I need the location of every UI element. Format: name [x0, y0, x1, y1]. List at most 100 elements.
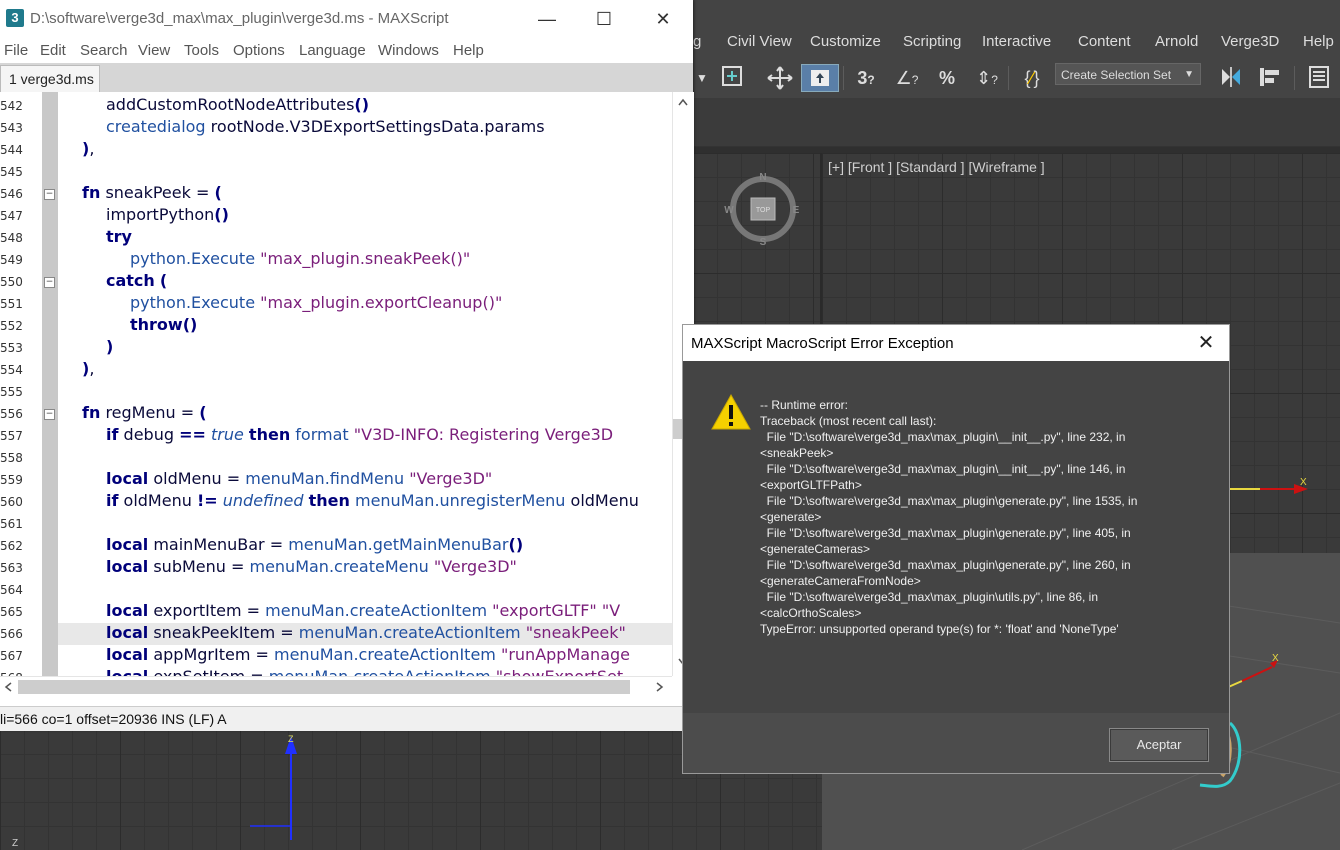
accept-button[interactable]: Aceptar [1109, 728, 1209, 762]
menu-edit[interactable]: Edit [40, 42, 66, 59]
dialog-title-bar[interactable]: MAXScript MacroScript Error Exception ✕ [683, 325, 1229, 361]
code-line[interactable]: createdialog rootNode.V3DExportSettingsD… [106, 116, 545, 138]
viewcube-compass-icon[interactable]: TOP N S W E [723, 169, 803, 249]
maxscript-editor-window: 3 D:\software\verge3d_max\max_plugin\ver… [0, 0, 694, 731]
max-menu-item-graph[interactable]: g [693, 33, 701, 50]
code-line[interactable]: python.Execute "max_plugin.sneakPeek()" [130, 248, 470, 270]
layer-explorer-icon[interactable] [1302, 64, 1336, 92]
fold-margin [42, 92, 58, 676]
line-number: 564 [0, 583, 23, 597]
code-line[interactable]: try [106, 226, 132, 248]
code-line[interactable]: local appMgrItem = menuMan.createActionI… [106, 644, 630, 666]
code-line[interactable]: local sneakPeekItem = menuMan.createActi… [106, 622, 626, 644]
error-message: -- Runtime error: Traceback (most recent… [760, 397, 1220, 637]
menu-view[interactable]: View [138, 42, 170, 59]
scroll-left-icon[interactable] [4, 682, 12, 692]
svg-text:W: W [724, 205, 734, 216]
svg-text:X: X [1272, 653, 1279, 664]
close-icon[interactable]: ✕ [1191, 329, 1221, 357]
edit-named-selection-icon[interactable]: {⁄} [1014, 64, 1050, 92]
line-number: 548 [0, 231, 23, 245]
code-line[interactable]: local subMenu = menuMan.createMenu "Verg… [106, 556, 517, 578]
move-icon[interactable] [760, 64, 800, 92]
message-line: File "D:\software\verge3d_max\max_plugin… [760, 558, 1131, 572]
code-line[interactable]: ), [82, 138, 94, 160]
create-selection-set-dropdown[interactable]: Create Selection Set ▼ [1055, 63, 1201, 85]
line-number: 562 [0, 539, 23, 553]
dropdown-arrow-icon[interactable]: ▼ [693, 64, 711, 92]
message-line: Traceback (most recent call last): [760, 414, 937, 428]
message-line: File "D:\software\verge3d_max\max_plugin… [760, 526, 1131, 540]
horizontal-scroll-thumb[interactable] [18, 680, 630, 694]
menu-help[interactable]: Help [453, 42, 484, 59]
fold-toggle-icon[interactable]: − [44, 277, 55, 288]
max-menu-item-customize[interactable]: Customize [810, 33, 881, 50]
code-line[interactable]: importPython() [106, 204, 229, 226]
code-line[interactable]: throw() [130, 314, 197, 336]
svg-text:TOP: TOP [756, 207, 771, 214]
svg-text:S: S [760, 237, 767, 248]
code-line[interactable]: ), [82, 358, 94, 380]
message-line: <generateCameraFromNode> [760, 574, 921, 588]
menu-file[interactable]: File [4, 42, 28, 59]
max-menu-item-civil-view[interactable]: Civil View [727, 33, 792, 50]
maximize-icon[interactable]: ☐ [581, 4, 627, 34]
menu-options[interactable]: Options [233, 42, 285, 59]
code-line[interactable]: addCustomRootNodeAttributes() [106, 94, 369, 116]
max-menu-item-interactive[interactable]: Interactive [982, 33, 1051, 50]
code-line[interactable]: local oldMenu = menuMan.findMenu "Verge3… [106, 468, 492, 490]
toolbar-divider [843, 66, 844, 90]
max-menu-item-arnold[interactable]: Arnold [1155, 33, 1198, 50]
code-editor[interactable]: 542 543 544 545 546 547 548 549 550 551 … [0, 92, 672, 676]
select-and-link-icon[interactable] [717, 64, 751, 92]
dialog-footer: Aceptar [683, 713, 1229, 773]
code-line[interactable]: fn regMenu = ( [82, 402, 207, 424]
line-number: 553 [0, 341, 23, 355]
menu-tools[interactable]: Tools [184, 42, 219, 59]
align-icon[interactable] [1252, 64, 1286, 92]
max-menu-item-content[interactable]: Content [1078, 33, 1131, 50]
tab-verge3d-ms[interactable]: 1 verge3d.ms [0, 65, 100, 92]
message-line: <generate> [760, 510, 822, 524]
percent-snap-icon[interactable]: % [930, 64, 964, 92]
svg-text:Z: Z [12, 838, 18, 849]
warning-icon [711, 393, 751, 430]
code-line[interactable]: local expSetItem = menuMan.createActionI… [106, 666, 623, 676]
menu-windows[interactable]: Windows [378, 42, 439, 59]
scroll-up-icon[interactable] [678, 98, 688, 106]
code-line[interactable]: local exportItem = menuMan.createActionI… [106, 600, 620, 622]
selection-set-placeholder: Create Selection Set [1061, 68, 1172, 82]
fold-toggle-icon[interactable]: − [44, 409, 55, 420]
error-dialog: MAXScript MacroScript Error Exception ✕ … [682, 324, 1230, 774]
line-number: 565 [0, 605, 23, 619]
code-line[interactable]: fn sneakPeek = ( [82, 182, 222, 204]
menu-language[interactable]: Language [299, 42, 366, 59]
max-menu-item-help[interactable]: Help [1303, 33, 1334, 50]
spinner-snap-icon[interactable]: ⇕? [970, 64, 1004, 92]
code-line[interactable]: python.Execute "max_plugin.exportCleanup… [130, 292, 502, 314]
code-line[interactable]: local mainMenuBar = menuMan.getMainMenuB… [106, 534, 523, 556]
line-number: 558 [0, 451, 23, 465]
line-number: 546 [0, 187, 23, 201]
editor-title-bar[interactable]: 3 D:\software\verge3d_max\max_plugin\ver… [0, 0, 693, 38]
max-menu-item-scripting[interactable]: Scripting [903, 33, 961, 50]
scroll-right-icon[interactable] [656, 682, 664, 692]
code-line[interactable]: ) [106, 336, 113, 358]
viewport-label[interactable]: [+] [Front ] [Standard ] [Wireframe ] [828, 159, 1045, 175]
code-line[interactable]: catch ( [106, 270, 167, 292]
fold-toggle-icon[interactable]: − [44, 189, 55, 200]
minimize-icon[interactable]: — [524, 4, 570, 34]
line-number: 559 [0, 473, 23, 487]
max-menu-item-verge3d[interactable]: Verge3D [1221, 33, 1279, 50]
mirror-icon[interactable] [1214, 64, 1248, 92]
horizontal-scrollbar[interactable] [0, 676, 672, 697]
snap-3d-icon[interactable]: 3? [849, 64, 883, 92]
close-icon[interactable]: ✕ [640, 4, 686, 34]
angle-snap-icon[interactable]: ∠? [890, 64, 924, 92]
line-number: 560 [0, 495, 23, 509]
select-object-icon[interactable] [801, 64, 839, 92]
code-line[interactable]: if debug == true then format "V3D-INFO: … [106, 424, 613, 446]
code-line[interactable]: if oldMenu != undefined then menuMan.unr… [106, 490, 639, 512]
message-line: <exportGLTFPath> [760, 478, 862, 492]
menu-search[interactable]: Search [80, 42, 128, 59]
